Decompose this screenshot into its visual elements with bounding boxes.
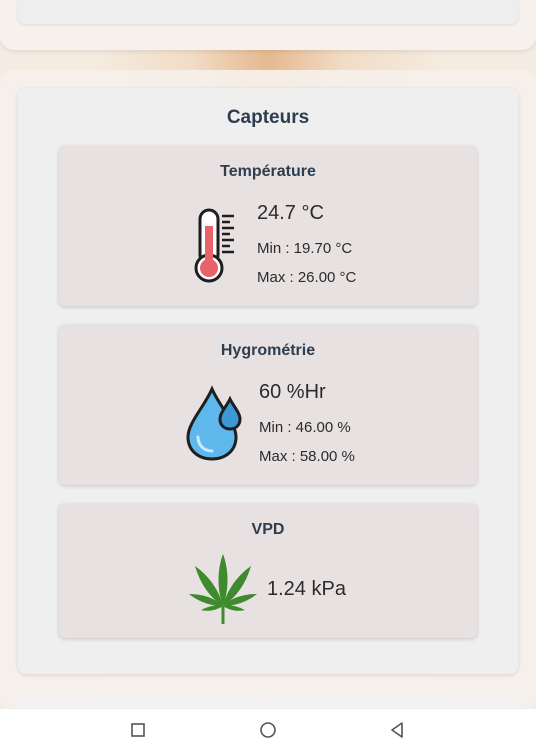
humidity-title: Hygrométrie (220, 342, 316, 359)
temperature-title: Température (220, 163, 316, 180)
recent-apps-button[interactable] (127, 719, 149, 741)
humidity-card: Hygrométrie 60 %Hr Min : 46.00 % Max : 5… (59, 325, 477, 485)
temperature-min: Min : 19.70 °C (257, 240, 353, 257)
temperature-card: Température 24.7 °C Min : 19.70 °C Max :… (59, 146, 477, 306)
square-icon (131, 723, 145, 737)
humidity-value: 60 %Hr (259, 381, 326, 403)
water-drops-icon (186, 385, 242, 461)
thermometer-icon (194, 208, 234, 283)
home-button[interactable] (257, 719, 279, 741)
previous-section-card (18, 0, 518, 24)
vpd-card: VPD 1.24 kPa (59, 504, 477, 638)
humidity-min: Min : 46.00 % (259, 419, 351, 436)
cannabis-leaf-icon (189, 554, 257, 624)
system-navigation-bar (0, 708, 536, 751)
back-triangle-icon (391, 722, 403, 738)
temperature-max: Max : 26.00 °C (257, 269, 357, 286)
sensors-title: Capteurs (226, 107, 310, 128)
vpd-value: 1.24 kPa (267, 578, 346, 600)
vpd-title: VPD (251, 521, 285, 538)
circle-icon (260, 722, 276, 738)
back-button[interactable] (386, 719, 408, 741)
temperature-value: 24.7 °C (257, 202, 324, 224)
humidity-max: Max : 58.00 % (259, 448, 355, 465)
previous-section-container (0, 0, 536, 50)
